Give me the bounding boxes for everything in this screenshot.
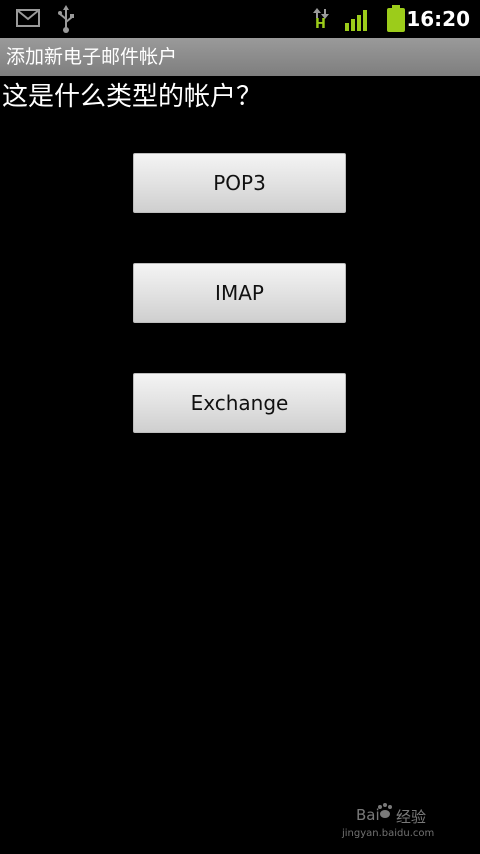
gmail-icon xyxy=(16,9,40,31)
page-title: 添加新电子邮件帐户 xyxy=(6,46,178,68)
paw-icon xyxy=(376,802,394,824)
battery-icon xyxy=(386,5,406,37)
signal-icon xyxy=(345,7,371,35)
clock: 16:20 xyxy=(406,7,470,31)
imap-button[interactable]: IMAP xyxy=(133,263,346,323)
usb-icon xyxy=(57,5,75,37)
watermark-url: jingyan.baidu.com xyxy=(342,828,435,839)
watermark-brand-suffix: 经验 xyxy=(396,808,427,826)
pop3-button[interactable]: POP3 xyxy=(133,153,346,213)
data-activity-icon: H xyxy=(311,5,331,32)
status-bar: H 16:20 xyxy=(0,0,480,38)
exchange-button[interactable]: Exchange xyxy=(133,373,346,433)
data-type-label: H xyxy=(315,17,326,32)
title-bar: 添加新电子邮件帐户 xyxy=(0,38,480,76)
watermark: Bai 经验 jingyan.baidu.com xyxy=(342,796,452,844)
account-type-question: 这是什么类型的帐户？ xyxy=(2,82,263,112)
